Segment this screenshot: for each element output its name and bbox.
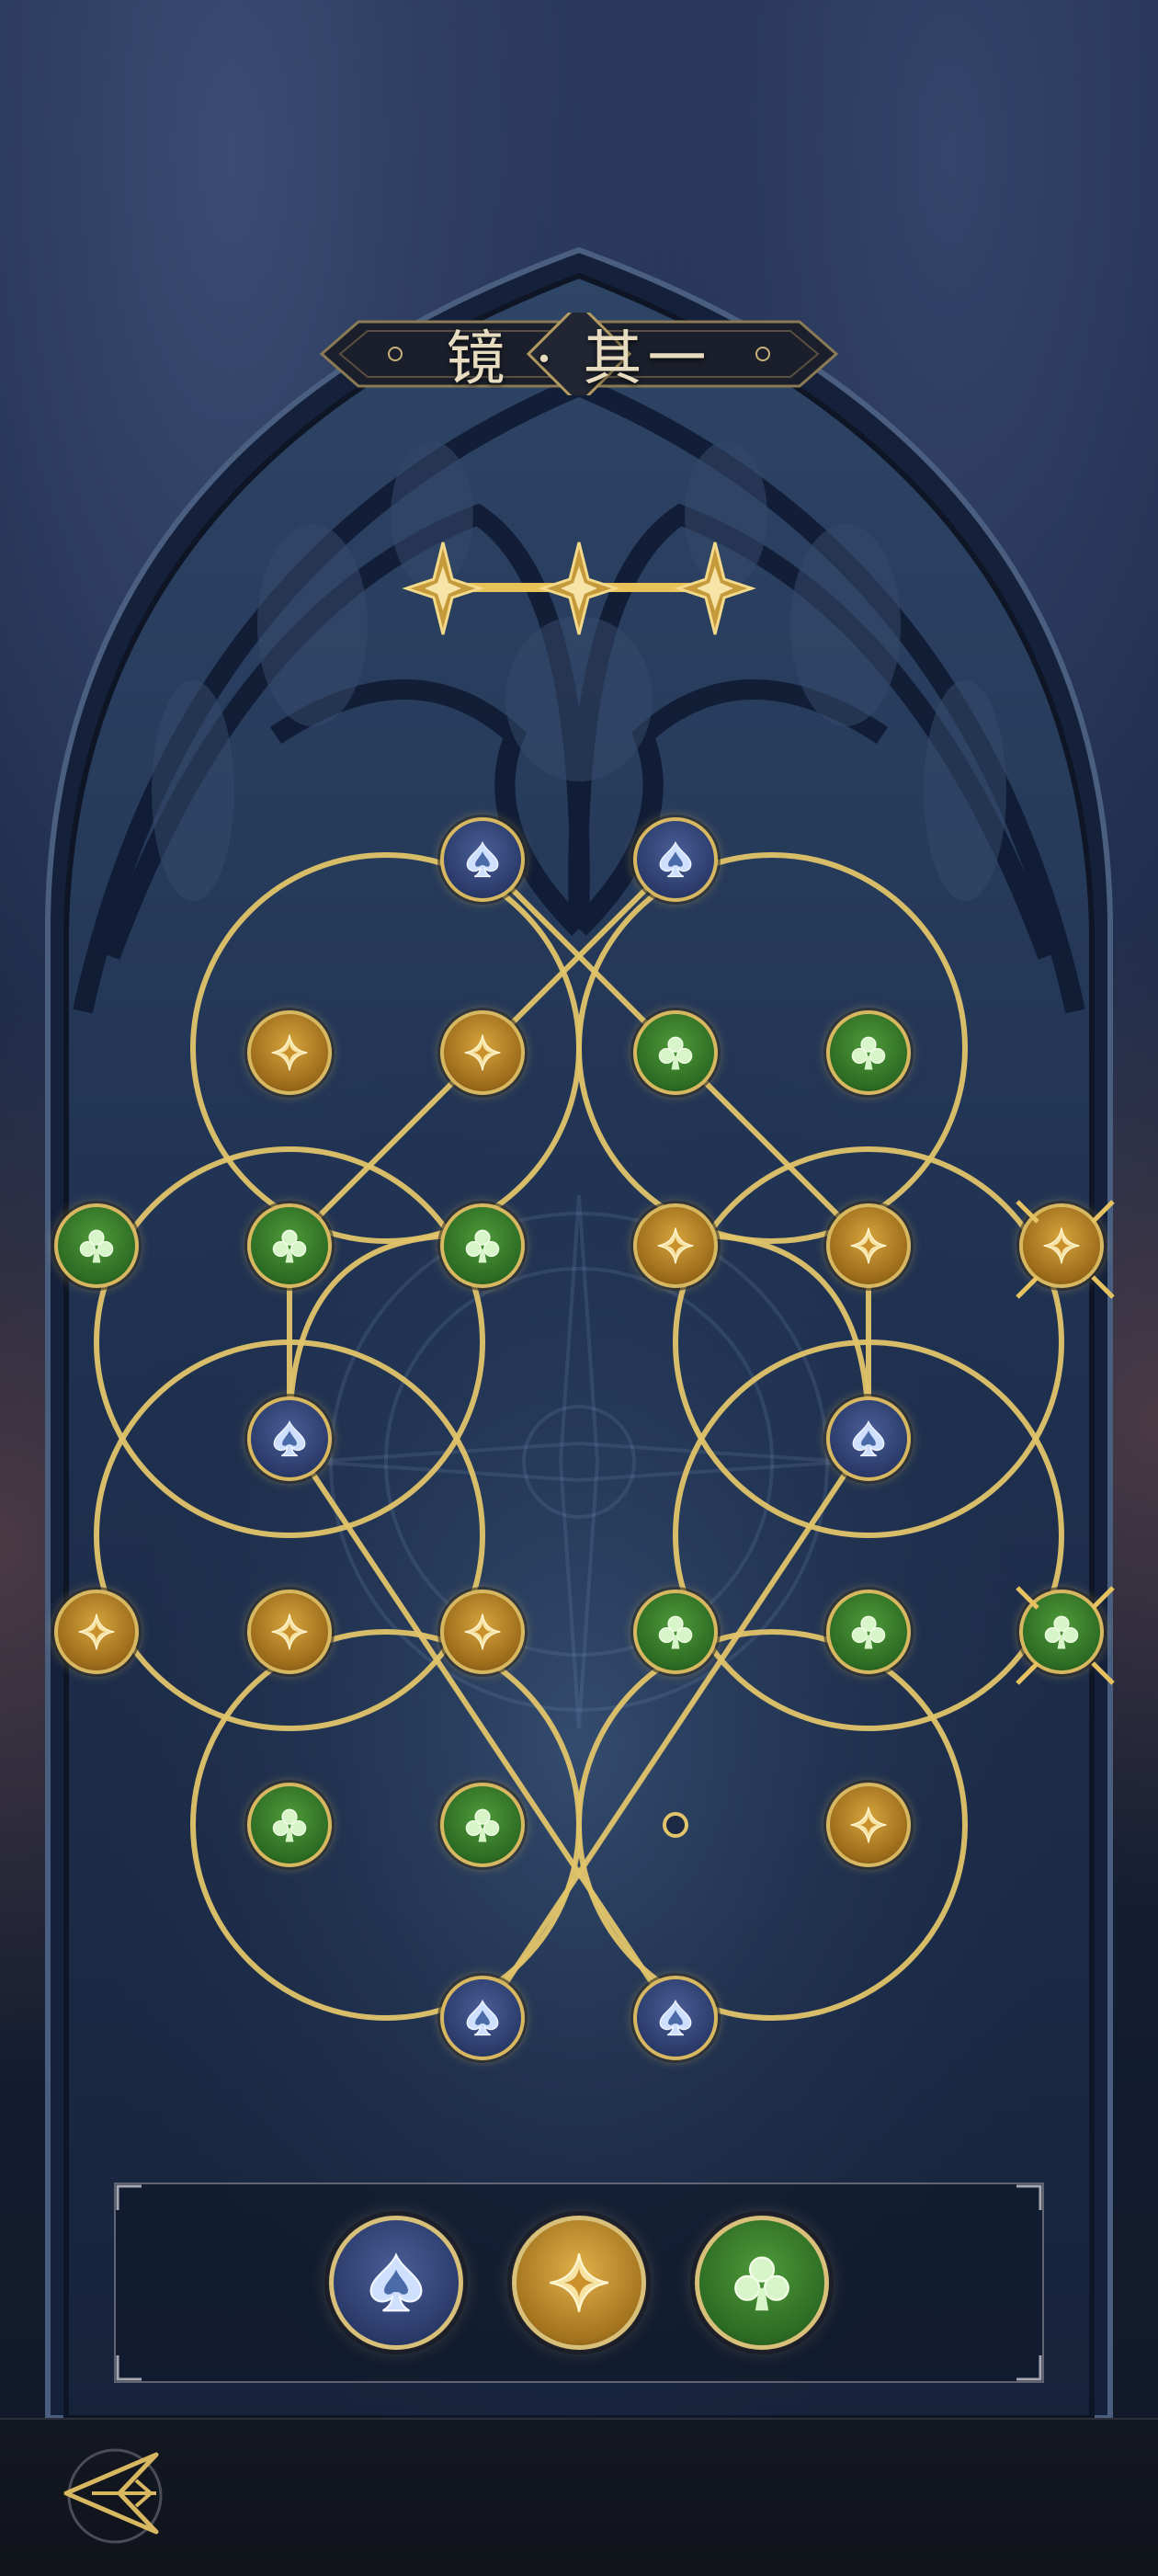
game-scene: 镜 · 其一 (0, 0, 1158, 2576)
board-node-club[interactable] (247, 1783, 332, 1867)
board-node-star[interactable] (247, 1010, 332, 1095)
board-node-club[interactable] (440, 1203, 525, 1288)
board-node-spade[interactable] (247, 1396, 332, 1481)
board-node-star[interactable] (826, 1783, 911, 1867)
four-point-star-icon (462, 1032, 503, 1073)
board-node-club[interactable] (633, 1010, 718, 1095)
board-node-spade[interactable] (440, 1976, 525, 2060)
board-node-spade[interactable] (633, 817, 718, 902)
board-node-spade[interactable] (633, 1976, 718, 2060)
club-icon (76, 1225, 117, 1266)
club-icon (269, 1805, 310, 1845)
four-point-star-icon (76, 1612, 117, 1652)
spade-icon (462, 839, 503, 880)
legend-star-button[interactable] (512, 2216, 646, 2350)
legend-club-button[interactable] (695, 2216, 829, 2350)
club-icon (848, 1612, 889, 1652)
board-node-star[interactable] (440, 1590, 525, 1674)
back-button[interactable] (55, 2436, 175, 2556)
board-node-star[interactable] (247, 1590, 332, 1674)
spade-icon (269, 1419, 310, 1459)
spade-icon (655, 839, 696, 880)
club-icon (462, 1805, 503, 1845)
board-node-club[interactable] (440, 1783, 525, 1867)
board-node-star-marked[interactable] (1016, 1200, 1115, 1299)
club-icon (462, 1225, 503, 1266)
spade-icon (363, 2250, 429, 2316)
board-node-club[interactable] (247, 1203, 332, 1288)
club-icon (848, 1032, 889, 1073)
spade-icon (655, 1998, 696, 2038)
board-node-club-marked[interactable] (1016, 1586, 1115, 1685)
junction-dot (663, 1812, 688, 1838)
four-point-star-icon (462, 1612, 503, 1652)
board-node-club[interactable] (633, 1590, 718, 1674)
club-icon (655, 1032, 696, 1073)
four-point-star-icon (655, 1225, 696, 1266)
four-point-star-icon (848, 1225, 889, 1266)
four-point-star-icon (1041, 1225, 1082, 1266)
board-node-club[interactable] (826, 1590, 911, 1674)
back-arrow-icon (63, 2448, 163, 2544)
board-node-star[interactable] (54, 1590, 139, 1674)
club-icon (1041, 1612, 1082, 1652)
board-node-star[interactable] (826, 1203, 911, 1288)
spade-icon (462, 1998, 503, 2038)
four-point-star-icon (269, 1612, 310, 1652)
board-node-club[interactable] (54, 1203, 139, 1288)
four-point-star-icon (546, 2250, 612, 2316)
legend-spade-button[interactable] (329, 2216, 463, 2350)
spade-icon (848, 1419, 889, 1459)
board-node-club[interactable] (826, 1010, 911, 1095)
board-node-spade[interactable] (826, 1396, 911, 1481)
club-icon (655, 1612, 696, 1652)
four-point-star-icon (848, 1805, 889, 1845)
club-icon (729, 2250, 795, 2316)
four-point-star-icon (269, 1032, 310, 1073)
club-icon (269, 1225, 310, 1266)
board-node-star[interactable] (440, 1010, 525, 1095)
board-node-spade[interactable] (440, 817, 525, 902)
board-node-star[interactable] (633, 1203, 718, 1288)
